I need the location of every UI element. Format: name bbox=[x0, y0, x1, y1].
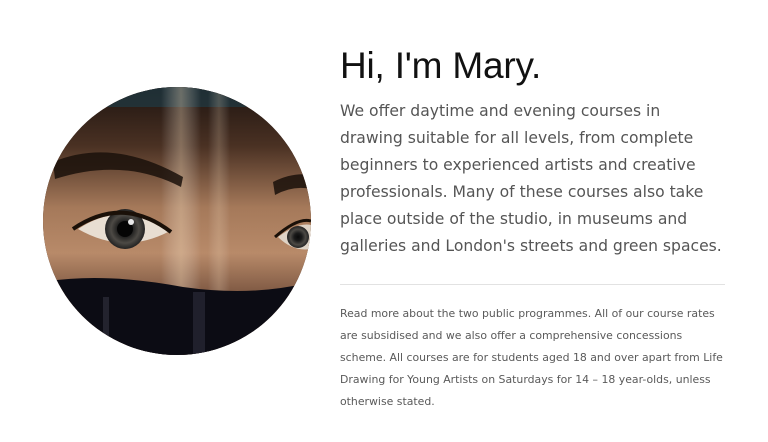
page-title: Hi, I'm Mary. bbox=[340, 45, 542, 86]
courses-note: Read more about the two public programme… bbox=[340, 307, 723, 408]
about-section: Hi, I'm Mary. We offer daytime and eveni… bbox=[0, 0, 768, 442]
portrait-photo bbox=[43, 87, 311, 355]
intro-paragraph: We offer daytime and evening courses in … bbox=[340, 102, 722, 255]
about-content: Hi, I'm Mary. We offer daytime and eveni… bbox=[340, 44, 725, 413]
divider bbox=[340, 284, 725, 285]
